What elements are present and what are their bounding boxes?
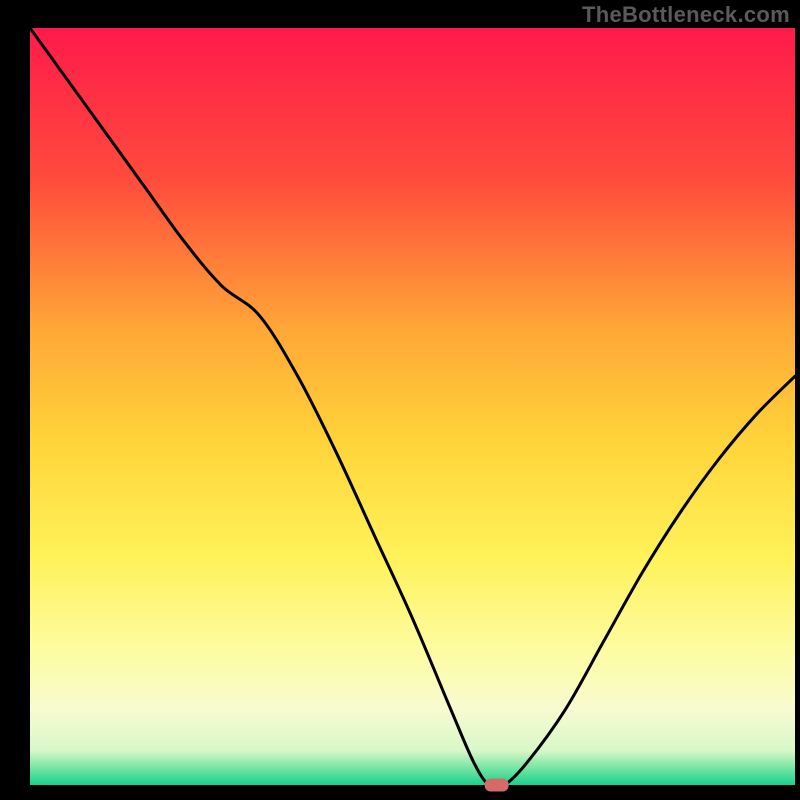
chart-canvas (0, 0, 800, 800)
optimal-marker (485, 779, 509, 792)
bottleneck-chart: TheBottleneck.com (0, 0, 800, 800)
plot-background (30, 28, 795, 785)
watermark-text: TheBottleneck.com (582, 2, 790, 28)
